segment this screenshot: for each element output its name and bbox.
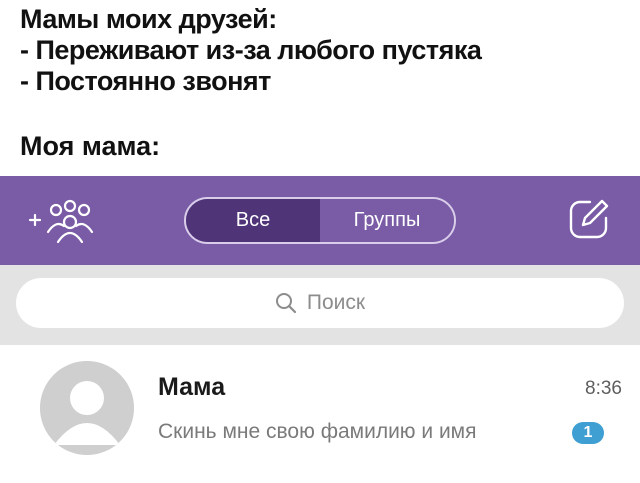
compose-icon[interactable] xyxy=(566,196,612,242)
default-avatar-icon xyxy=(40,361,134,455)
meme-caption: Мамы моих друзей: - Переживают из-за люб… xyxy=(20,4,482,97)
contact-name: Мама xyxy=(158,373,226,401)
search-area: Поиск xyxy=(0,265,640,345)
caption-line: Мамы моих друзей: xyxy=(20,4,277,34)
app-top-bar: Все Группы xyxy=(0,176,640,265)
avatar xyxy=(40,361,134,455)
chat-list-item[interactable]: Мама 8:36 Скинь мне свою фамилию и имя 1 xyxy=(0,345,640,483)
caption-line: - Постоянно звонят xyxy=(20,66,271,96)
message-time: 8:36 xyxy=(585,378,622,399)
tab-all[interactable]: Все xyxy=(186,199,320,242)
search-icon xyxy=(275,293,296,314)
tab-groups[interactable]: Группы xyxy=(320,199,454,242)
caption-line: - Переживают из-за любого пустяка xyxy=(20,35,482,65)
search-placeholder: Поиск xyxy=(306,291,366,314)
message-preview: Скинь мне свою фамилию и имя xyxy=(158,420,477,443)
add-contacts-icon[interactable] xyxy=(26,198,106,244)
unread-badge: 1 xyxy=(572,422,604,444)
search-input[interactable]: Поиск xyxy=(16,278,624,328)
my-mom-caption: Моя мама: xyxy=(20,131,161,161)
chat-filter-toggle: Все Группы xyxy=(184,197,456,244)
